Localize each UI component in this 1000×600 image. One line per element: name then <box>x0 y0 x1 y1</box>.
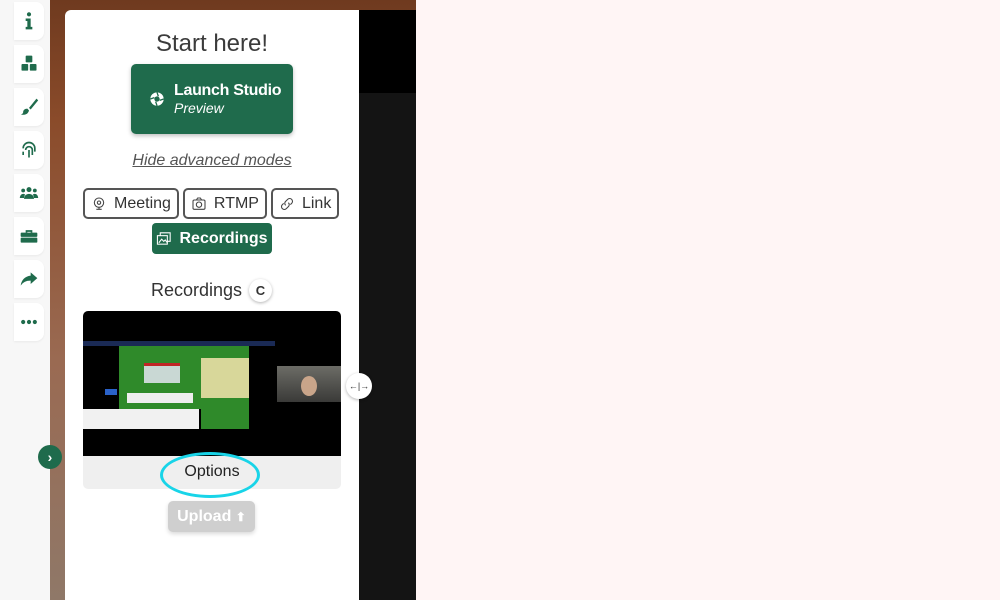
thumbnail-side-header <box>201 346 249 358</box>
share-icon <box>20 272 38 286</box>
more-icon <box>21 319 37 325</box>
icon-rail <box>14 0 50 600</box>
chevron-right-icon: › <box>47 449 53 465</box>
mode-buttons: Meeting RTMP Link <box>83 188 340 219</box>
thumbnail-center <box>144 363 180 383</box>
thumbnail-cards <box>127 393 193 403</box>
rail-button-guests[interactable] <box>14 174 44 212</box>
launch-studio-label: Launch Studio <box>174 81 282 99</box>
paintbrush-icon <box>20 98 39 115</box>
upload-icon: ⬆ <box>235 509 246 524</box>
rtmp-mode-button[interactable]: RTMP <box>182 188 267 219</box>
link-mode-label: Link <box>301 194 332 212</box>
rail-button-more[interactable] <box>14 303 44 341</box>
rail-button-sources[interactable] <box>14 45 44 83</box>
camera-icon <box>192 196 206 210</box>
meeting-mode-button[interactable]: Meeting <box>83 188 179 219</box>
refresh-icon: C <box>255 283 266 298</box>
app-window: Start here! Launch Studio Preview Hide a… <box>0 0 1000 600</box>
upload-button[interactable]: Upload ⬆ <box>168 501 255 532</box>
upload-label: Upload <box>177 507 232 525</box>
thumbnail-chat <box>83 409 199 429</box>
users-icon <box>19 187 39 199</box>
panel-title: Start here! <box>155 30 269 57</box>
thumbnail-button <box>105 389 117 395</box>
panel-resize-handle[interactable]: ←|→ <box>346 373 372 399</box>
thumbnail-side-grid <box>201 398 249 429</box>
cubes-icon <box>21 55 37 71</box>
rtmp-mode-label: RTMP <box>213 194 259 212</box>
fingerprint-icon <box>22 141 36 158</box>
thumbnail-webcam <box>277 366 341 402</box>
recordings-heading: Recordings <box>151 280 243 300</box>
recordings-mode-label: Recordings <box>179 229 268 247</box>
aperture-icon <box>150 92 164 106</box>
rail-button-style[interactable] <box>14 88 44 126</box>
rail-button-tools[interactable] <box>14 217 44 255</box>
meeting-mode-label: Meeting <box>114 194 171 212</box>
control-panel: Start here! Launch Studio Preview Hide a… <box>65 10 359 600</box>
rail-button-info[interactable] <box>14 2 44 40</box>
thumbnail-table <box>119 346 201 409</box>
recording-options-button[interactable]: Options <box>83 463 341 481</box>
toolbox-icon <box>20 230 38 243</box>
hide-advanced-modes-link[interactable]: Hide advanced modes <box>65 152 359 170</box>
sidebar-toggle-button[interactable]: › <box>38 445 62 469</box>
link-icon <box>280 197 293 210</box>
video-preview-area <box>359 10 416 600</box>
rail-button-identity[interactable] <box>14 131 44 169</box>
info-icon <box>25 12 33 30</box>
refresh-recordings-button[interactable]: C <box>249 279 272 302</box>
recordings-icon <box>157 232 172 245</box>
thumbnail-screen-share <box>83 341 275 429</box>
launch-studio-button[interactable]: Launch Studio Preview <box>131 64 293 134</box>
recordings-mode-button[interactable]: Recordings <box>152 223 272 254</box>
rail-button-share[interactable] <box>14 260 44 298</box>
resize-icon: ←|→ <box>348 381 370 391</box>
thumbnail-face <box>301 376 317 396</box>
launch-studio-sublabel: Preview <box>174 100 224 117</box>
webcam-icon <box>93 196 105 210</box>
recording-thumbnail[interactable] <box>83 311 341 456</box>
thumbnail-sidepanel <box>201 346 249 429</box>
video-top-bar <box>359 10 416 93</box>
left-edge <box>0 0 14 600</box>
link-mode-button[interactable]: Link <box>270 188 340 219</box>
recording-card: Options <box>83 311 341 489</box>
